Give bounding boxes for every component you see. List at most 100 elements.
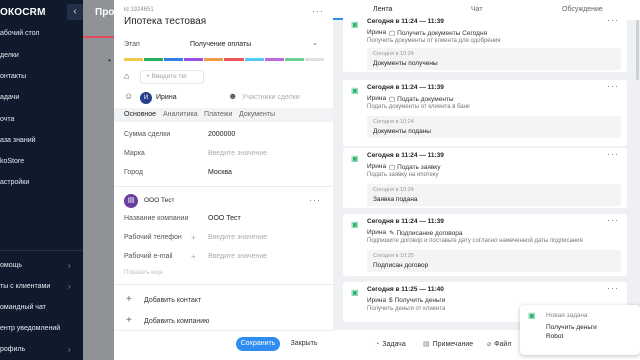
city-field[interactable]: Москва [208,169,232,176]
page-title: Про [95,7,115,18]
task-author: Ирина [367,29,387,36]
task-time: Сегодня в 11:24 — 11:39 [367,18,444,25]
task-icon: ◔ [375,341,380,348]
tab-documents[interactable]: Документы [239,111,275,118]
task-time: Сегодня в 11:24 — 11:39 [367,84,444,91]
notification-text: Получить деньги [546,324,597,331]
add-note-button[interactable]: ▤ Примечание [423,338,473,352]
stage-segment[interactable] [164,58,184,61]
add-company-button[interactable]: Добавить компанию [144,318,209,325]
stage-segment[interactable] [204,58,224,61]
add-contact-button[interactable]: Добавить контакт [144,297,201,304]
nav-item-contacts[interactable]: онтакты [0,73,26,80]
result-time: Сегодня в 10:25 [373,253,414,259]
nav-item-tasks[interactable]: адачи [0,94,19,101]
more-options-icon[interactable]: ··· [312,6,324,16]
task-description: Подпишите договор и поставьте дату согла… [367,238,583,244]
plus-icon[interactable]: + [191,233,196,242]
nav-item-client-chats[interactable]: ты с клиентами › [0,282,71,291]
nav-item-help[interactable]: омощь › [0,261,71,270]
feed-item[interactable]: ▣ Сегодня в 11:24 — 11:39 ··· Ирина ▢ Под… [343,148,627,208]
more-options-icon[interactable]: ··· [607,283,619,293]
user-icon: ☺ [124,91,134,101]
plus-icon[interactable]: + [191,252,196,261]
stage-segment[interactable] [304,58,324,61]
task-result: Сегодня в 10:24 Документы получены [367,48,621,70]
nav-item-settings[interactable]: астройки [0,179,29,186]
stage-segment[interactable] [144,58,164,61]
tab-chat[interactable]: Чат [471,6,483,13]
tab-payments[interactable]: Платежи [204,111,232,118]
feed-item[interactable]: ▣ Сегодня в 11:24 — 11:39 ··· Ирина ✎ Под… [343,214,627,276]
save-button[interactable]: Сохранить [236,337,280,351]
task-time: Сегодня в 11:25 — 11:40 [367,286,444,293]
nav-item-profile[interactable]: рофиль › [0,345,71,354]
deal-amount-field[interactable]: 2000000 [208,131,235,138]
scrollbar[interactable] [636,20,639,80]
feed-item[interactable]: ▣ Сегодня в 11:24 — 11:39 ··· Ирина ▢ Пол… [343,14,627,72]
brand-field[interactable]: Введите значение [208,150,267,157]
task-author: Ирина [367,163,387,170]
nav-item-profile-label: рофиль [0,346,26,353]
stage-progress-bar[interactable] [124,58,324,61]
deal-id: id 1924651 [124,7,154,13]
task-type: ▢ Получить документы Сегодня [389,29,487,37]
task-type-icon: ✎ [389,230,395,237]
company-name[interactable]: ООО Тест [144,197,174,204]
more-options-icon[interactable]: ··· [607,149,619,159]
responsible-user[interactable]: Ирина [156,94,177,101]
task-type-icon: $ [389,297,393,304]
nav-item-notifications[interactable]: ентр уведомлений [0,325,60,332]
more-options-icon[interactable]: ··· [607,81,619,91]
tab-main[interactable]: Основное [124,111,156,118]
task-result: Сегодня в 10:24 Заявка подана [367,184,621,206]
stage-segment[interactable] [184,58,204,61]
task-author: Ирина [367,229,387,236]
tab-analytics[interactable]: Аналитика [163,111,198,118]
participants-field[interactable]: Участники сделки [242,94,300,101]
work-email-field[interactable]: Введите значение [208,253,267,260]
nav-item-client-chats-label: ты с клиентами [0,283,51,290]
deal-title[interactable]: Ипотека тестовая [124,16,206,27]
result-text: Документы поданы [373,128,431,135]
nav-item-team-chat[interactable]: омандный чат [0,304,46,311]
task-type-label: Получить документы [397,30,461,37]
show-more-link[interactable]: Показать еще [124,270,163,276]
nav-item-store[interactable]: koStore [0,158,24,165]
attach-file-button[interactable]: ⌀ Файл [487,338,511,352]
chevron-down-icon[interactable]: ⌄ [312,39,318,47]
company-name-field[interactable]: ООО Тест [208,215,241,222]
tab-discussion[interactable]: Обсуждение [562,6,603,13]
nav-item-desktop[interactable]: абочий стол [0,30,40,37]
tab-feed[interactable]: Лента [373,6,392,13]
tag-input[interactable]: + Введите тег [140,70,204,84]
task-notification[interactable]: ▣ Новая задача Получить деньги Robot [520,305,640,355]
more-options-icon[interactable]: ··· [607,215,619,225]
plus-icon[interactable]: + [126,294,132,305]
notification-author: Robot [546,333,564,340]
stage-select[interactable]: Получение оплаты [190,41,251,48]
app-logo: ОКОCRM [0,7,46,18]
company-icon: ▤ [124,194,138,208]
nav-item-knowledge[interactable]: аза знаний [0,137,36,144]
feed-item[interactable]: ▣ Сегодня в 11:24 — 11:39 ··· Ирина ▢ Под… [343,80,627,146]
stage-segment[interactable] [124,58,144,61]
add-task-button[interactable]: ◔ Задача [375,338,406,352]
stage-segment[interactable] [264,58,284,61]
task-description: Подать документы от клиента в банк [367,104,470,110]
more-options-icon[interactable]: ··· [309,195,321,205]
close-button[interactable]: Закрыть [284,337,324,351]
task-extra: Сегодня [462,30,488,37]
stage-segment[interactable] [284,58,304,61]
deal-card: id 1924651 ··· Ипотека тестовая Этап Пол… [114,0,333,360]
more-options-icon[interactable]: ··· [607,15,619,25]
plus-icon[interactable]: + [126,315,132,326]
stage-segment[interactable] [244,58,264,61]
nav-item-deals[interactable]: делки [0,52,19,59]
collapse-nav-button[interactable]: ‹ [67,4,83,20]
left-nav: ОКОCRM ‹ абочий стол делки онтакты адачи… [0,0,83,360]
nav-item-mail[interactable]: очта [0,116,14,123]
stage-segment[interactable] [224,58,244,61]
task-author: Ирина [367,297,387,304]
work-phone-field[interactable]: Введите значение [208,234,267,241]
